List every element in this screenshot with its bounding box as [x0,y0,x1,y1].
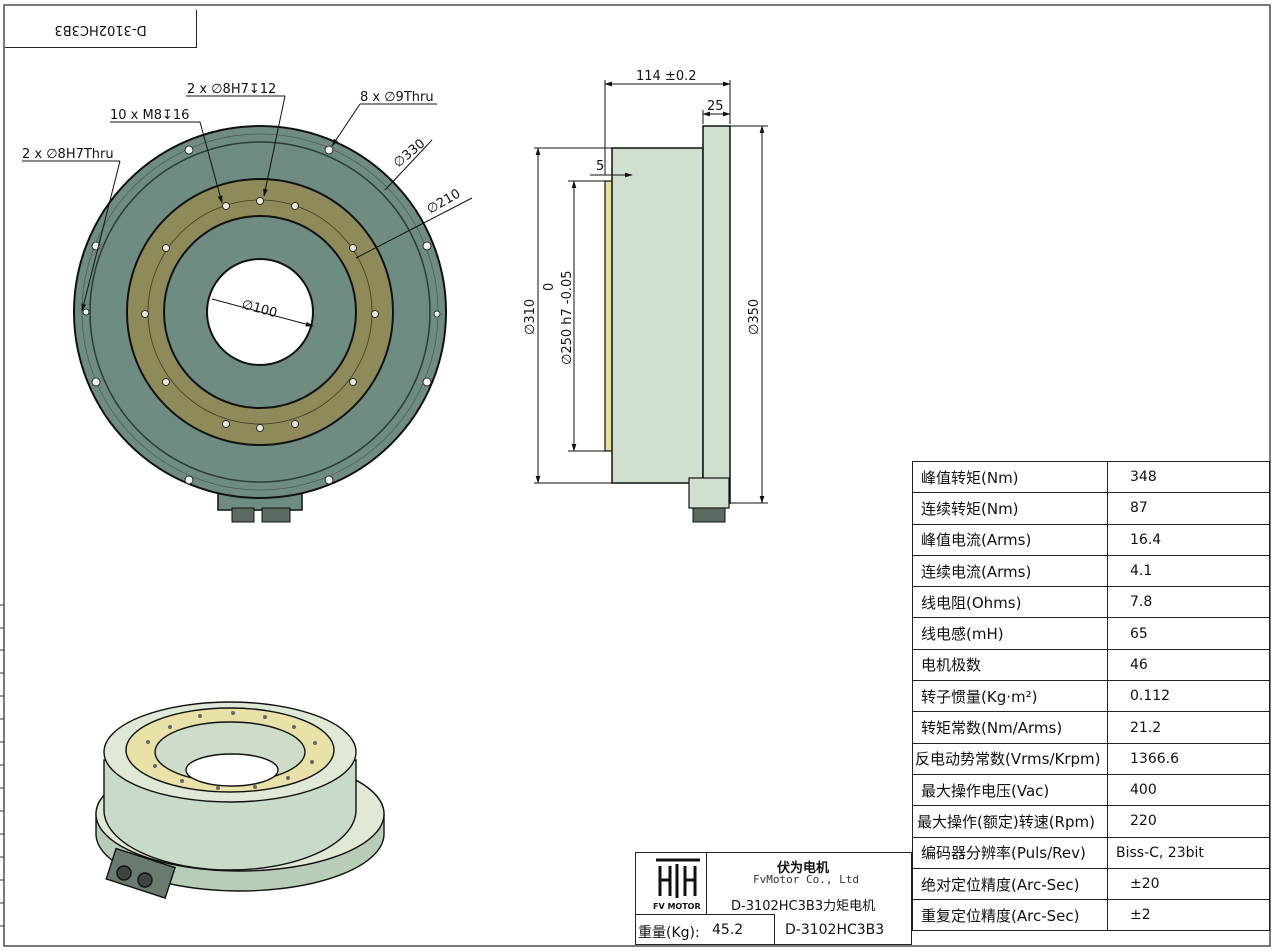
iso-plug [137,872,153,888]
front-view: 2 x ∅8H7↧12 10 x M8↧16 8 x ∅9Thru 2 x ∅8… [22,82,473,523]
spec-label: 编码器分辨率(Puls/Rev) [912,836,1108,869]
spec-value: 400 [1107,773,1270,807]
callout-blind-pins: 2 x ∅8H7↧12 [187,82,276,97]
spec-value: 21.2 [1107,711,1270,744]
weight-label: 重量(Kg): [638,925,700,941]
spec-value: 0.112 [1107,680,1270,713]
spec-value: 87 [1107,492,1270,525]
spec-label: 重复定位精度(Arc-Sec) [912,899,1108,932]
drawing-code-text: D-3102HC3B3 [54,22,147,37]
iso-view [95,701,385,899]
table-row: 连续转矩(Nm) 87 [912,492,1270,525]
side-view: 114 ±0.2 25 5 ∅310 ∅250 h7 -0.05 0 ∅350 [523,69,768,523]
connector-plug [231,507,255,523]
spec-label: 连续电流(Arms) [912,554,1108,588]
dim-pilot: 5 [596,159,604,174]
spec-value: 4.1 [1107,554,1270,588]
callout-tapped-holes: 10 x M8↧16 [110,108,189,123]
spec-value: 220 [1107,805,1270,838]
spec-value: 65 [1107,617,1270,650]
callout-thru-pins: 2 x ∅8H7Thru [22,147,114,162]
table-row: 峰值转矩(Nm) 348 [912,460,1270,494]
spec-value: Biss-C, 23bit [1107,836,1270,869]
spec-label: 峰值电流(Arms) [912,523,1108,556]
table-row: 最大操作电压(Vac) 400 [912,773,1270,807]
spec-value: 1366.6 [1107,742,1270,775]
title-block: FV MOTOR 伏为电机 FvMotor Co., Ltd D-3102HC3… [635,852,912,945]
spec-label: 电机极数 [912,648,1108,682]
iso-bore [185,753,279,787]
iso-plug [116,865,132,881]
spec-table-body: 峰值转矩(Nm) 348 连续转矩(Nm) 87 峰值电流(Arms) 16.4 连续… [912,460,1270,932]
company-name-en: FvMotor Co., Ltd [753,873,859,886]
mount-flange [702,125,731,504]
spec-label: 绝对定位精度(Arc-Sec) [912,867,1108,901]
spec-label: 转子惯量(Kg·m²) [912,680,1108,713]
table-row: 线电阻(Ohms) 7.8 [912,586,1270,619]
spec-value: ±2 [1107,899,1270,932]
side-connector-plug [692,507,726,523]
dim-length: 114 ±0.2 [636,69,697,84]
dim-dia-330: ∅330 [391,136,428,171]
drawing-code-box: D-3102HC3B3 [5,10,197,48]
spec-value: ±20 [1107,867,1270,901]
spec-value: 348 [1107,460,1270,494]
table-row: 线电感(mH) 65 [912,617,1270,650]
table-row: 编码器分辨率(Puls/Rev) Biss-C, 23bit [912,836,1270,869]
spec-label: 转矩常数(Nm/Arms) [912,711,1108,744]
product-name: D-3102HC3B3力矩电机 [731,899,876,914]
callout-mount-holes: 8 x ∅9Thru [360,90,434,105]
spec-table: 峰值转矩(Nm) 348 连续转矩(Nm) 87 峰值电流(Arms) 16.4 连续… [912,460,1270,932]
table-row: 峰值电流(Arms) 16.4 [912,523,1270,556]
dim-dia-250: ∅250 h7 -0.05 [560,270,575,365]
spec-value: 16.4 [1107,523,1270,556]
dim-dia-310: ∅310 [523,299,538,335]
side-connector [688,477,730,509]
table-row: 转矩常数(Nm/Arms) 21.2 [912,711,1270,744]
dim-dia-350: ∅350 [747,299,762,335]
spec-label: 最大操作电压(Vac) [912,773,1108,807]
dim-flange: 25 [707,99,724,114]
spec-label: 峰值转矩(Nm) [912,460,1108,494]
spec-label: 连续转矩(Nm) [912,492,1108,525]
table-row: 连续电流(Arms) 4.1 [912,554,1270,588]
spec-value: 7.8 [1107,586,1270,619]
spec-label: 线电感(mH) [912,617,1108,650]
spec-label: 最大操作(额定)转速(Rpm) [912,805,1108,838]
logo-caption: FV MOTOR [653,902,701,911]
motor-body [611,147,704,484]
model-number: D-3102HC3B3 [785,922,885,938]
table-row: 最大操作(额定)转速(Rpm) 220 [912,805,1270,838]
table-row: 绝对定位精度(Arc-Sec) ±20 [912,867,1270,901]
dim-dia-250-upper: 0 [542,283,557,291]
table-row: 电机极数 46 [912,648,1270,682]
table-row: 反电动势常数(Vrms/Krpm) 1366.6 [912,742,1270,775]
weight-value: 45.2 [712,922,744,938]
spec-value: 46 [1107,648,1270,682]
table-row: 重复定位精度(Arc-Sec) ±2 [912,899,1270,932]
spec-label: 反电动势常数(Vrms/Krpm) [912,742,1108,775]
spec-label: 线电阻(Ohms) [912,586,1108,619]
table-row: 转子惯量(Kg·m²) 0.112 [912,680,1270,713]
connector-plug [261,507,291,523]
